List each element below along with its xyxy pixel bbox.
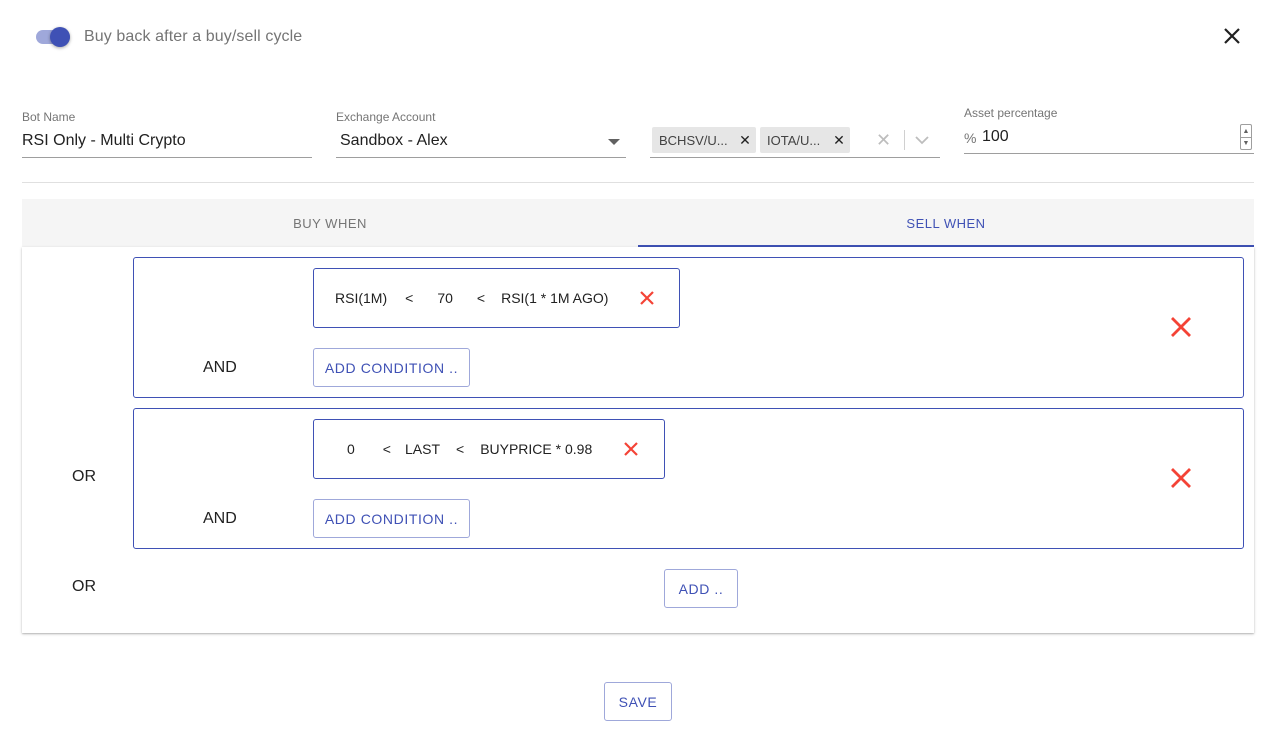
section-divider xyxy=(22,182,1254,183)
buy-back-label: Buy back after a buy/sell cycle xyxy=(84,28,303,45)
exchange-account-select[interactable]: Exchange Account Sandbox - Alex xyxy=(336,110,626,158)
condition-operator: < xyxy=(456,441,465,457)
condition-left: 0 xyxy=(347,441,355,457)
indicator-separator xyxy=(904,130,905,150)
delete-condition-icon[interactable] xyxy=(640,291,655,305)
delete-group-icon[interactable] xyxy=(1169,466,1193,490)
exchange-account-label: Exchange Account xyxy=(336,110,436,124)
bot-name-input[interactable]: RSI Only - Multi Crypto xyxy=(22,132,186,150)
condition-chip[interactable]: 0 < LAST < BUYPRICE * 0.98 xyxy=(313,419,665,479)
bot-name-underline xyxy=(22,157,312,158)
asset-percentage-input[interactable]: 100 xyxy=(982,128,1009,146)
remove-chip-icon[interactable]: ✕ xyxy=(734,127,756,153)
condition-right: RSI(1 * 1M AGO) xyxy=(501,290,609,306)
sell-conditions-panel: RSI(1M) < 70 < RSI(1 * 1M AGO) AND ADD C… xyxy=(22,247,1254,633)
condition-operator: < xyxy=(405,290,414,306)
condition-middle: LAST xyxy=(404,441,440,457)
remove-chip-icon[interactable]: ✕ xyxy=(828,127,850,153)
clear-all-icon[interactable]: ✕ xyxy=(876,130,891,151)
percent-prefix: % xyxy=(964,130,977,146)
chevron-down-icon[interactable] xyxy=(914,132,930,148)
switch-thumb xyxy=(50,27,70,47)
exchange-account-value[interactable]: Sandbox - Alex xyxy=(340,132,448,150)
condition-operator: < xyxy=(382,441,391,457)
stepper-up-icon[interactable]: ▲ xyxy=(1241,125,1251,137)
buy-back-toggle-row: Buy back after a buy/sell cycle xyxy=(36,24,302,50)
dropdown-arrow-icon[interactable] xyxy=(608,139,620,145)
stepper-down-icon[interactable]: ▼ xyxy=(1241,137,1251,149)
pairs-multiselect[interactable]: BCHSV/U... ✕ IOTA/U... ✕ ✕ xyxy=(650,124,940,158)
condition-group: RSI(1M) < 70 < RSI(1 * 1M AGO) AND ADD C… xyxy=(133,257,1244,398)
pair-chip-label: BCHSV/U... xyxy=(659,132,728,148)
condition-tabs: BUY WHEN SELL WHEN xyxy=(22,199,1254,247)
tab-sell-when[interactable]: SELL WHEN xyxy=(638,199,1254,247)
condition-operator: < xyxy=(476,290,486,306)
add-group-button[interactable]: ADD .. xyxy=(664,569,738,608)
condition-left: RSI(1M) xyxy=(335,290,388,306)
and-label: AND xyxy=(203,510,237,527)
save-button[interactable]: SAVE xyxy=(604,682,672,721)
condition-middle: 70 xyxy=(437,290,453,306)
pair-chip-label: IOTA/U... xyxy=(767,132,821,148)
exchange-underline xyxy=(336,157,626,158)
asset-underline xyxy=(964,153,1254,154)
pairs-underline xyxy=(650,157,940,158)
condition-chip[interactable]: RSI(1M) < 70 < RSI(1 * 1M AGO) xyxy=(313,268,680,328)
close-icon[interactable] xyxy=(1222,26,1242,46)
add-condition-button[interactable]: ADD CONDITION .. xyxy=(313,499,470,538)
or-label: OR xyxy=(72,578,96,595)
delete-group-icon[interactable] xyxy=(1169,315,1193,339)
and-label: AND xyxy=(203,359,237,376)
delete-condition-icon[interactable] xyxy=(624,442,639,456)
tab-buy-when[interactable]: BUY WHEN xyxy=(22,199,638,247)
bot-name-label: Bot Name xyxy=(22,110,76,124)
number-stepper[interactable]: ▲ ▼ xyxy=(1240,124,1252,150)
asset-percentage-field[interactable]: Asset percentage % 100 ▲ ▼ xyxy=(964,106,1254,154)
pair-chip[interactable]: IOTA/U... ✕ xyxy=(760,127,850,153)
bot-name-field[interactable]: Bot Name RSI Only - Multi Crypto xyxy=(22,110,312,158)
condition-group: 0 < LAST < BUYPRICE * 0.98 AND ADD CONDI… xyxy=(133,408,1244,549)
or-label: OR xyxy=(72,468,96,485)
add-condition-button[interactable]: ADD CONDITION .. xyxy=(313,348,470,387)
asset-percentage-label: Asset percentage xyxy=(964,106,1058,120)
condition-right: BUYPRICE * 0.98 xyxy=(480,441,593,457)
pair-chip[interactable]: BCHSV/U... ✕ xyxy=(652,127,756,153)
buy-back-switch[interactable] xyxy=(36,24,70,50)
